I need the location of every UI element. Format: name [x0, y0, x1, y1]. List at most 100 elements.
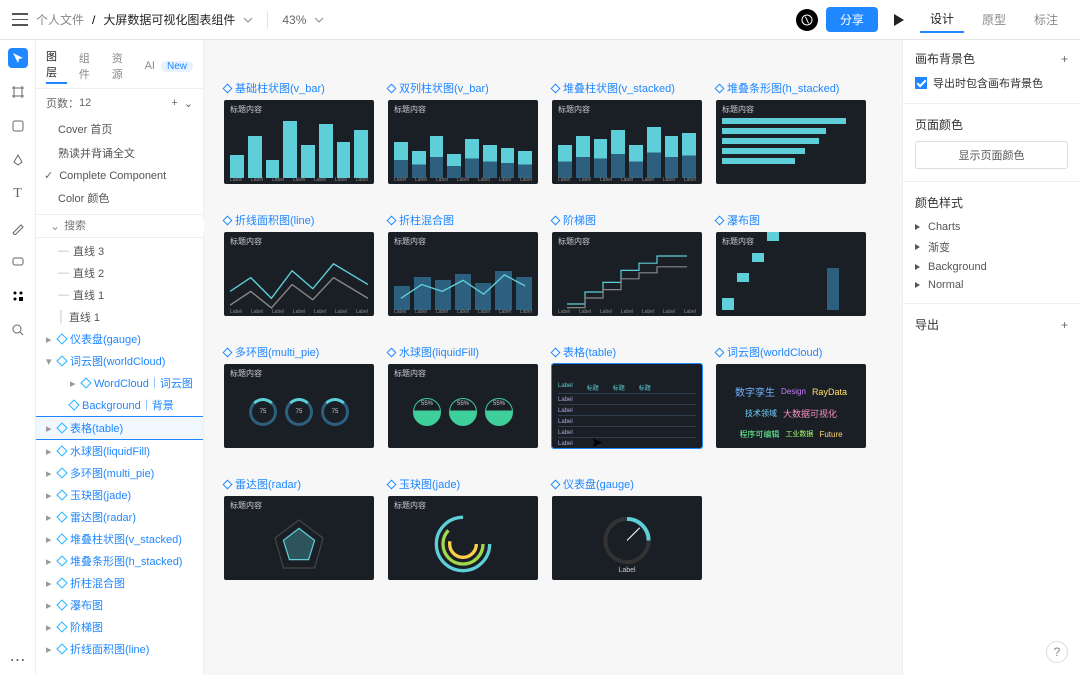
- frame-thumb-multipie[interactable]: 多环图(multi_pie)标题内容757575: [224, 344, 374, 448]
- frame-thumb-step[interactable]: 阶梯图标题内容LabelLabelLabelLabelLabelLabelLab…: [552, 212, 702, 316]
- color-style-title: 颜色样式: [915, 194, 963, 211]
- frame-label[interactable]: 瀑布图: [716, 212, 866, 228]
- help-icon[interactable]: ?: [1046, 641, 1068, 663]
- frame-tool-icon[interactable]: [8, 82, 28, 102]
- frame-thumb-liquid[interactable]: 水球图(liquidFill)标题内容55%55%55%: [388, 344, 538, 448]
- chevron-down-icon[interactable]: ⌄: [184, 97, 193, 110]
- frame-label[interactable]: 玉玦图(jade): [388, 476, 538, 492]
- frame-label[interactable]: 多环图(multi_pie): [224, 344, 374, 360]
- frame-thumb-table[interactable]: 表格(table)Label标题标题标题LabelLabelLabelLabel…: [552, 344, 702, 448]
- page-item[interactable]: Cover 首页: [36, 117, 203, 141]
- export-bg-checkbox[interactable]: [915, 77, 927, 89]
- chevron-right-icon: [915, 244, 920, 250]
- layer-item[interactable]: ▸表格(table): [36, 416, 203, 440]
- frame-label[interactable]: 折柱混合图: [388, 212, 538, 228]
- new-badge: New: [161, 61, 193, 72]
- style-item[interactable]: Charts: [915, 221, 1068, 233]
- frame-label[interactable]: 阶梯图: [552, 212, 702, 228]
- frame-thumb-gauge[interactable]: 仪表盘(gauge)Label: [552, 476, 702, 580]
- frame-thumb-area[interactable]: 折线面积图(line)标题内容LabelLabelLabelLabelLabel…: [224, 212, 374, 316]
- add-bg-icon[interactable]: +: [1061, 52, 1068, 66]
- search-tool-icon[interactable]: [8, 320, 28, 340]
- comment-tool-icon[interactable]: [8, 252, 28, 272]
- frame-label[interactable]: 堆叠条形图(h_stacked): [716, 80, 866, 96]
- canvas[interactable]: 基础柱状图(v_bar)标题内容LabelLabelLabelLabelLabe…: [204, 40, 902, 675]
- layer-item[interactable]: ▸折线面积图(line): [36, 638, 203, 660]
- layer-item[interactable]: ▸仪表盘(gauge): [36, 328, 203, 350]
- tab-ai[interactable]: AI: [145, 60, 155, 72]
- text-tool-icon[interactable]: T: [8, 184, 28, 204]
- tab-prototype[interactable]: 原型: [972, 7, 1016, 32]
- page-item[interactable]: 熟读并背诵全文: [36, 141, 203, 165]
- frame-label[interactable]: 表格(table): [552, 344, 702, 360]
- layer-item[interactable]: ▸玉玦图(jade): [36, 484, 203, 506]
- tab-design[interactable]: 设计: [920, 6, 964, 33]
- tool-rail: T ⋯: [0, 40, 36, 675]
- more-icon[interactable]: ⋯: [8, 655, 28, 675]
- frame-label[interactable]: 雷达图(radar): [224, 476, 374, 492]
- layer-item[interactable]: ▸瀑布图: [36, 594, 203, 616]
- add-page-icon[interactable]: +: [171, 97, 177, 109]
- layer-item[interactable]: —直线 2: [36, 262, 203, 284]
- frame-thumb-radar[interactable]: 雷达图(radar)标题内容: [224, 476, 374, 580]
- layer-item[interactable]: ▸堆叠柱状图(v_stacked): [36, 528, 203, 550]
- tab-assets[interactable]: 资源: [112, 50, 133, 82]
- layer-item[interactable]: ▸水球图(liquidFill): [36, 440, 203, 462]
- search-input[interactable]: [64, 220, 206, 232]
- show-page-color-button[interactable]: 显示页面颜色: [915, 141, 1068, 169]
- style-item[interactable]: 渐变: [915, 239, 1068, 255]
- tab-components[interactable]: 组件: [79, 50, 100, 82]
- frame-label[interactable]: 仪表盘(gauge): [552, 476, 702, 492]
- frame-thumb-waterfall[interactable]: 瀑布图标题内容: [716, 212, 866, 316]
- chevron-down-icon[interactable]: ⌄: [50, 219, 60, 233]
- frame-thumb-jade[interactable]: 玉玦图(jade)标题内容: [388, 476, 538, 580]
- style-item[interactable]: Background: [915, 261, 1068, 273]
- breadcrumb[interactable]: 个人文件: [36, 11, 84, 28]
- pen-tool-icon[interactable]: [8, 150, 28, 170]
- layer-item[interactable]: ▾词云图(worldCloud): [36, 350, 203, 372]
- chevron-down-icon[interactable]: [314, 17, 324, 23]
- hamburger-icon[interactable]: [12, 12, 28, 28]
- frame-label[interactable]: 折线面积图(line): [224, 212, 374, 228]
- chevron-right-icon: [915, 264, 920, 270]
- layer-item[interactable]: ▸折柱混合图: [36, 572, 203, 594]
- add-export-icon[interactable]: +: [1061, 318, 1068, 332]
- frame-thumb-cloud[interactable]: 词云图(worldCloud)数字孪生DesignRayData技术领域大数据可…: [716, 344, 866, 448]
- layer-item[interactable]: │直线 1: [36, 306, 203, 328]
- shape-tool-icon[interactable]: [8, 116, 28, 136]
- layer-item[interactable]: —直线 3: [36, 240, 203, 262]
- tab-annotate[interactable]: 标注: [1024, 7, 1068, 32]
- pencil-tool-icon[interactable]: [8, 218, 28, 238]
- frame-label[interactable]: 词云图(worldCloud): [716, 344, 866, 360]
- frame-label[interactable]: 堆叠柱状图(v_stacked): [552, 80, 702, 96]
- export-title: 导出: [915, 316, 939, 333]
- file-title[interactable]: 大屏数据可视化图表组件: [103, 11, 235, 28]
- frame-label[interactable]: 水球图(liquidFill): [388, 344, 538, 360]
- widgets-icon[interactable]: [8, 286, 28, 306]
- layer-item[interactable]: ▸雷达图(radar): [36, 506, 203, 528]
- style-item[interactable]: Normal: [915, 279, 1068, 291]
- frame-thumb-vbar[interactable]: 基础柱状图(v_bar)标题内容LabelLabelLabelLabelLabe…: [224, 80, 374, 184]
- layer-item[interactable]: ▸阶梯图: [36, 616, 203, 638]
- frame-thumb-vstack[interactable]: 堆叠柱状图(v_stacked)标题内容LabelLabelLabelLabel…: [552, 80, 702, 184]
- page-item[interactable]: Color 颜色: [36, 186, 203, 210]
- layer-item[interactable]: ▸多环图(multi_pie): [36, 462, 203, 484]
- move-tool-icon[interactable]: [8, 48, 28, 68]
- page-item[interactable]: ✓Complete Component: [36, 165, 203, 186]
- frame-thumb-mix[interactable]: 折柱混合图标题内容LabelLabelLabelLabelLabelLabelL…: [388, 212, 538, 316]
- tab-layers[interactable]: 图层: [46, 48, 67, 84]
- app-logo-icon[interactable]: [796, 9, 818, 31]
- frame-thumb-vbar2[interactable]: 双列柱状图(v_bar)标题内容LabelLabelLabelLabelLabe…: [388, 80, 538, 184]
- chevron-down-icon[interactable]: [243, 17, 253, 23]
- frame-label[interactable]: 基础柱状图(v_bar): [224, 80, 374, 96]
- layer-item[interactable]: ▸WordCloud｜词云图: [36, 372, 203, 394]
- frame-thumb-hstack[interactable]: 堆叠条形图(h_stacked)标题内容: [716, 80, 866, 184]
- layer-item[interactable]: ▸堆叠条形图(h_stacked): [36, 550, 203, 572]
- zoom-level[interactable]: 43%: [282, 13, 306, 27]
- frame-label[interactable]: 双列柱状图(v_bar): [388, 80, 538, 96]
- layer-item[interactable]: —直线 1: [36, 284, 203, 306]
- share-button[interactable]: 分享: [826, 7, 878, 32]
- play-icon[interactable]: [894, 14, 904, 26]
- layer-item[interactable]: Background｜背景: [36, 394, 203, 416]
- right-panel: 画布背景色+ 导出时包含画布背景色 页面颜色 显示页面颜色 颜色样式 Chart…: [902, 40, 1080, 675]
